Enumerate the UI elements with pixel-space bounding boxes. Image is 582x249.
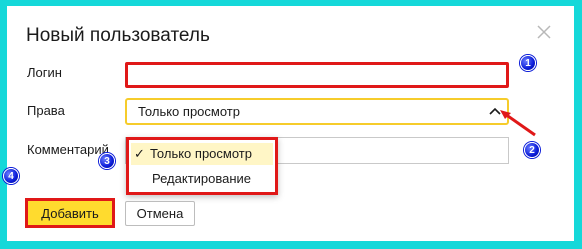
login-label: Логин: [27, 65, 62, 80]
step-badge-1: 1: [520, 55, 536, 71]
annotation-arrow-icon: [500, 110, 536, 137]
login-input[interactable]: [125, 62, 509, 88]
rights-label: Права: [27, 103, 65, 118]
check-icon: ✓: [134, 146, 145, 161]
step-badge-2: 2: [524, 142, 540, 158]
dropdown-option-edit[interactable]: Редактирование: [131, 168, 273, 190]
rights-select[interactable]: Только просмотр: [125, 98, 509, 125]
comment-label: Комментарий: [27, 142, 109, 157]
dropdown-option-label: Редактирование: [152, 171, 252, 186]
close-icon[interactable]: [534, 22, 554, 42]
rights-select-value: Только просмотр: [138, 104, 240, 119]
dropdown-option-view-only[interactable]: ✓ Только просмотр: [131, 143, 273, 165]
new-user-dialog: Новый пользователь Логин Права Только пр…: [7, 6, 574, 241]
step-badge-4: 4: [3, 168, 19, 184]
dialog-title: Новый пользователь: [26, 25, 210, 46]
rights-dropdown-menu: ✓ Только просмотр Редактирование: [126, 137, 278, 195]
add-button[interactable]: Добавить: [25, 198, 115, 228]
step-badge-3: 3: [99, 153, 115, 169]
cancel-button[interactable]: Отмена: [125, 201, 195, 226]
dropdown-option-label: Только просмотр: [150, 146, 252, 161]
